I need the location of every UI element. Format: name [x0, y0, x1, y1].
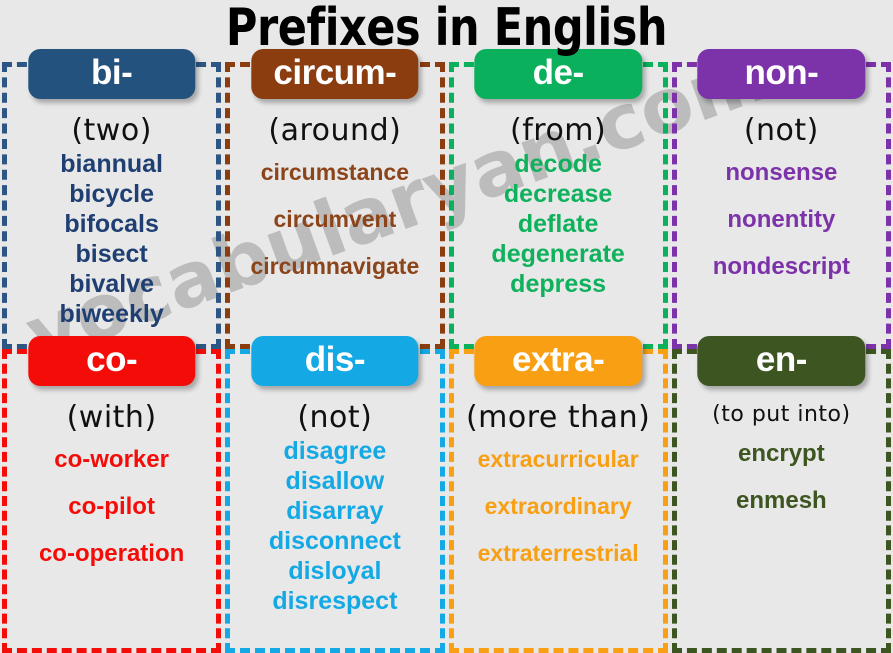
word-item: nonsense: [725, 159, 838, 186]
prefix-card-grid: bi- (two) biannual bicycle bifocals bise…: [0, 49, 893, 653]
prefix-header-dis: dis-: [251, 336, 419, 386]
word-item: disloyal: [288, 557, 382, 585]
word-item: bivalve: [69, 270, 155, 298]
word-item: decrease: [503, 180, 613, 208]
word-item: circumvent: [273, 206, 397, 232]
prefix-card-dis: dis- (not) disagree disallow disarray di…: [225, 336, 445, 653]
prefix-card-circum: circum- (around) circumstance circumvent…: [225, 49, 445, 349]
prefix-header-en: en-: [697, 336, 866, 386]
word-item: nondescript: [712, 253, 851, 280]
prefix-card-en: en- (to put into) encrypt enmesh: [671, 336, 891, 653]
word-list-extra: extracurricular extraordinary extraterre…: [454, 436, 663, 577]
word-item: deflate: [517, 210, 599, 238]
prefix-card-co: co- (with) co-worker co-pilot co-operati…: [2, 336, 222, 653]
word-list-dis: disagree disallow disarray disconnect di…: [230, 436, 439, 616]
word-item: depress: [510, 270, 607, 298]
word-item: extraterrestrial: [477, 540, 639, 566]
word-item: disarray: [286, 497, 384, 525]
prefix-card-bi: bi- (two) biannual bicycle bifocals bise…: [2, 49, 222, 349]
word-item: extracurricular: [477, 446, 639, 472]
prefix-meaning-non: (not): [743, 113, 819, 148]
prefix-card-non: non- (not) nonsense nonentity nondescrip…: [671, 49, 891, 349]
prefix-meaning-co: (with): [66, 400, 157, 435]
word-item: bicycle: [69, 180, 155, 208]
word-item: enmesh: [736, 487, 827, 514]
word-item: co-pilot: [68, 493, 155, 520]
word-item: circumnavigate: [250, 253, 420, 279]
word-item: co-worker: [54, 446, 169, 473]
word-item: encrypt: [738, 440, 825, 467]
prefix-meaning-bi: (two): [71, 113, 152, 148]
prefix-header-extra: extra-: [474, 336, 642, 386]
word-list-bi: biannual bicycle bifocals bisect bivalve…: [7, 149, 216, 329]
prefix-meaning-circum: (around): [268, 113, 402, 148]
word-list-en: encrypt enmesh: [677, 430, 886, 524]
word-item: nonentity: [727, 206, 836, 233]
word-item: disrespect: [272, 587, 398, 615]
word-item: bifocals: [64, 210, 159, 238]
word-item: disagree: [283, 437, 387, 465]
prefix-poster: Prefixes in English vocabularyan.com bi-…: [0, 0, 893, 653]
word-list-de: decode decrease deflate degenerate depre…: [454, 149, 663, 299]
word-item: bisect: [75, 240, 148, 268]
word-item: degenerate: [491, 240, 625, 268]
prefix-card-extra: extra- (more than) extracurricular extra…: [448, 336, 668, 653]
word-list-non: nonsense nonentity nondescript: [677, 149, 886, 290]
prefix-meaning-en: (to put into): [712, 402, 851, 427]
prefix-meaning-de: (from): [510, 113, 607, 148]
prefix-card-de: de- (from) decode decrease deflate degen…: [448, 49, 668, 349]
page-title: Prefixes in English: [225, 0, 668, 58]
word-list-circum: circumstance circumvent circumnavigate: [230, 149, 439, 290]
word-item: biweekly: [59, 300, 164, 328]
prefix-header-co: co-: [27, 336, 196, 386]
word-item: decode: [514, 150, 602, 178]
prefix-meaning-extra: (more than): [465, 400, 651, 435]
word-list-co: co-worker co-pilot co-operation: [7, 436, 216, 577]
word-item: extraordinary: [484, 493, 632, 519]
word-item: disallow: [285, 467, 385, 495]
word-item: co-operation: [38, 540, 185, 567]
word-item: disconnect: [268, 527, 401, 555]
word-item: circumstance: [260, 159, 410, 185]
prefix-meaning-dis: (not): [297, 400, 373, 435]
word-item: biannual: [60, 150, 164, 178]
